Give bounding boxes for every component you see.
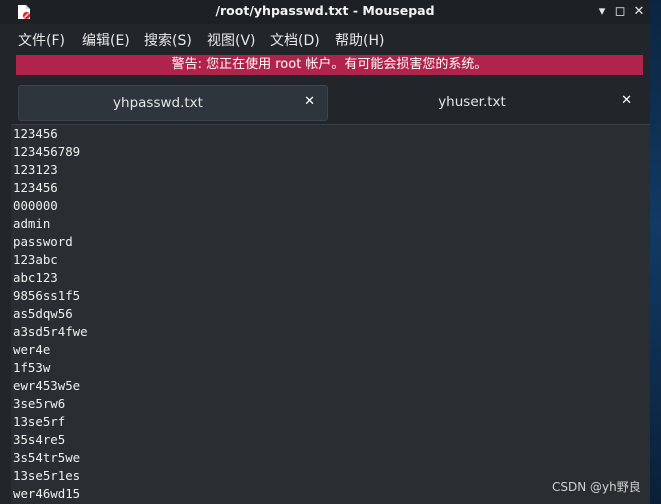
editor-line: 9856ss1f5 bbox=[13, 288, 81, 303]
editor-line: 13se5rf bbox=[13, 414, 66, 429]
editor-line: a3sd5r4fwe bbox=[13, 324, 88, 339]
menu-search[interactable]: 搜索(S) bbox=[144, 30, 192, 50]
editor-line: 3se5rw6 bbox=[13, 396, 66, 411]
window-title: /root/yhpasswd.txt - Mousepad bbox=[215, 3, 435, 18]
mousepad-window: /root/yhpasswd.txt - Mousepad ▾ ◻ ✕ 文件(F… bbox=[0, 0, 650, 504]
editor-line: 000000 bbox=[13, 198, 58, 213]
minimize-icon[interactable]: ▾ bbox=[593, 3, 611, 21]
text-editor[interactable]: 123456 123456789 123123 123456 000000 ad… bbox=[11, 124, 650, 504]
title-bar[interactable]: /root/yhpasswd.txt - Mousepad ▾ ◻ ✕ bbox=[0, 0, 650, 24]
menu-view[interactable]: 视图(V) bbox=[207, 30, 256, 50]
editor-line: password bbox=[13, 234, 73, 249]
editor-line: 123456789 bbox=[13, 144, 81, 159]
menu-edit[interactable]: 编辑(E) bbox=[82, 30, 130, 50]
editor-line: as5dqw56 bbox=[13, 306, 73, 321]
csdn-watermark: CSDN @yh野良 bbox=[552, 480, 641, 494]
editor-line: wer46wd15 bbox=[13, 486, 81, 501]
editor-line: 1f53w bbox=[13, 360, 51, 375]
editor-line: 123abc bbox=[13, 252, 58, 267]
menu-file[interactable]: 文件(F) bbox=[18, 30, 65, 50]
editor-line: wer4e bbox=[13, 342, 51, 357]
editor-line: 35s4re5 bbox=[13, 432, 66, 447]
editor-line: 123123 bbox=[13, 162, 58, 177]
menu-document[interactable]: 文档(D) bbox=[270, 30, 320, 50]
editor-line: 3s54tr5we bbox=[13, 450, 81, 465]
editor-line: 13se5r1es bbox=[13, 468, 81, 483]
close-tab-icon[interactable]: ✕ bbox=[304, 94, 315, 109]
editor-line: 123456 bbox=[13, 126, 58, 141]
tab-yhpasswd[interactable]: yhpasswd.txt ✕ bbox=[18, 85, 328, 121]
root-warning-banner: 警告: 您正在使用 root 帐户。有可能会损害您的系统。 bbox=[16, 55, 643, 75]
close-tab-icon[interactable]: ✕ bbox=[621, 93, 632, 108]
editor-line: admin bbox=[13, 216, 51, 231]
close-window-icon[interactable]: ✕ bbox=[630, 3, 648, 21]
editor-line: abc123 bbox=[13, 270, 58, 285]
menu-help[interactable]: 帮助(H) bbox=[335, 30, 384, 50]
tab-label: yhuser.txt bbox=[438, 94, 506, 110]
tab-label: yhpasswd.txt bbox=[113, 95, 203, 111]
menu-bar: 文件(F) 编辑(E) 搜索(S) 视图(V) 文档(D) 帮助(H) bbox=[0, 26, 650, 52]
editor-line: ewr453w5e bbox=[13, 378, 81, 393]
desktop-background bbox=[650, 0, 661, 504]
tab-yhuser[interactable]: yhuser.txt ✕ bbox=[330, 85, 644, 119]
editor-line: 123456 bbox=[13, 180, 58, 195]
maximize-icon[interactable]: ◻ bbox=[611, 3, 629, 21]
